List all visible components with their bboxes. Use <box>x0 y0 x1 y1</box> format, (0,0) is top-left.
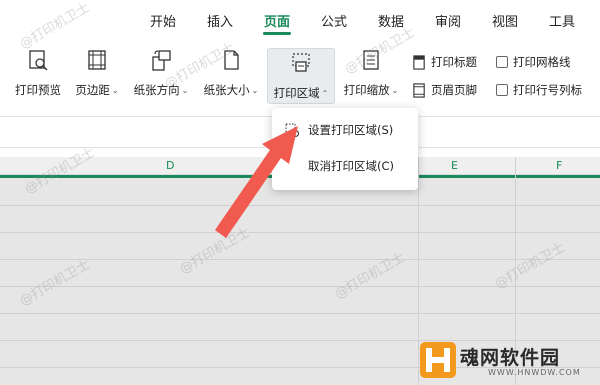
header-footer-icon <box>413 82 425 98</box>
print-preview-icon <box>29 50 48 71</box>
header-footer-button[interactable]: 页眉页脚 <box>412 80 477 100</box>
print-area-label: 打印区域 <box>273 86 320 100</box>
orientation-button[interactable]: 纸张方向 ⌄ <box>130 46 192 102</box>
print-row-col-headers-label: 打印行号列标 <box>513 83 582 97</box>
site-logo: 魂网软件园 WWW.HNWDW.COM <box>420 340 600 385</box>
logo-name: 魂网软件园 <box>460 347 561 369</box>
tab-home[interactable]: 开始 <box>150 11 176 30</box>
print-titles-label: 打印标题 <box>431 55 477 69</box>
print-titles-icon <box>413 54 425 70</box>
tab-view[interactable]: 视图 <box>492 11 518 30</box>
margins-button[interactable]: 页边距 ⌄ <box>70 46 124 102</box>
print-preview-button[interactable]: 打印预览 <box>12 46 64 102</box>
row-line <box>0 232 600 233</box>
header-footer-label: 页眉页脚 <box>431 83 477 97</box>
print-row-col-headers-checkbox[interactable]: 打印行号列标 <box>496 80 582 100</box>
set-print-area-label: 设置打印区域(S) <box>308 123 394 137</box>
column-header-d[interactable]: D <box>166 159 174 172</box>
print-titles-button[interactable]: 打印标题 <box>412 52 477 72</box>
chevron-down-icon: ⌄ <box>391 86 399 95</box>
chevron-down-icon: ⌄ <box>111 86 119 95</box>
print-gridlines-checkbox[interactable]: 打印网格线 <box>496 52 571 72</box>
logo-url: WWW.HNWDW.COM <box>488 368 581 377</box>
checkbox-unchecked[interactable] <box>496 84 508 96</box>
checkbox-unchecked[interactable] <box>496 56 508 68</box>
active-tab-indicator <box>263 32 291 35</box>
print-gridlines-label: 打印网格线 <box>513 55 571 69</box>
clear-print-area-label: 取消打印区域(C) <box>308 159 395 173</box>
print-area-button[interactable]: 打印区域 ⌃ <box>267 48 335 104</box>
set-print-area-icon <box>285 123 300 138</box>
orientation-label: 纸张方向 <box>133 83 180 97</box>
tab-review[interactable]: 审阅 <box>435 11 461 30</box>
column-header-f[interactable]: F <box>556 159 562 172</box>
column-line <box>418 157 419 385</box>
tab-insert[interactable]: 插入 <box>207 11 233 30</box>
margins-icon <box>88 50 106 70</box>
clear-print-area-item[interactable]: 取消打印区域(C) <box>272 152 418 180</box>
paper-size-button[interactable]: 纸张大小 ⌄ <box>200 46 262 102</box>
print-preview-label: 打印预览 <box>15 83 61 97</box>
menu-bar: 开始 插入 页面 公式 数据 审阅 视图 工具 <box>0 0 600 40</box>
chevron-down-icon: ⌄ <box>181 86 189 95</box>
margins-label: 页边距 <box>75 83 110 97</box>
chevron-up-icon: ⌃ <box>321 89 329 98</box>
print-scaling-icon <box>363 50 379 70</box>
paper-size-label: 纸张大小 <box>203 83 250 97</box>
paper-size-icon <box>224 50 239 70</box>
row-line <box>0 286 600 287</box>
set-print-area-item[interactable]: 设置打印区域(S) <box>272 116 418 144</box>
column-header-e[interactable]: E <box>451 159 458 172</box>
orientation-icon <box>152 50 171 71</box>
print-scaling-label: 打印缩放 <box>343 83 390 97</box>
tab-formula[interactable]: 公式 <box>321 11 347 30</box>
chevron-down-icon: ⌄ <box>251 86 259 95</box>
logo-mark-icon <box>420 342 456 378</box>
print-area-icon <box>292 53 310 72</box>
tab-tools[interactable]: 工具 <box>549 11 575 30</box>
print-area-dropdown: 设置打印区域(S) 取消打印区域(C) <box>272 108 418 190</box>
row-line <box>0 205 600 206</box>
tab-page[interactable]: 页面 <box>264 11 290 30</box>
row-line <box>0 259 600 260</box>
row-line <box>0 313 600 314</box>
print-scaling-button[interactable]: 打印缩放 ⌄ <box>340 46 402 102</box>
tab-data[interactable]: 数据 <box>378 11 404 30</box>
ribbon: 打印预览 页边距 ⌄ 纸张方向 ⌄ 纸张大小 ⌄ 打印区域 ⌃ 打印缩放 ⌄ 打… <box>0 40 600 110</box>
